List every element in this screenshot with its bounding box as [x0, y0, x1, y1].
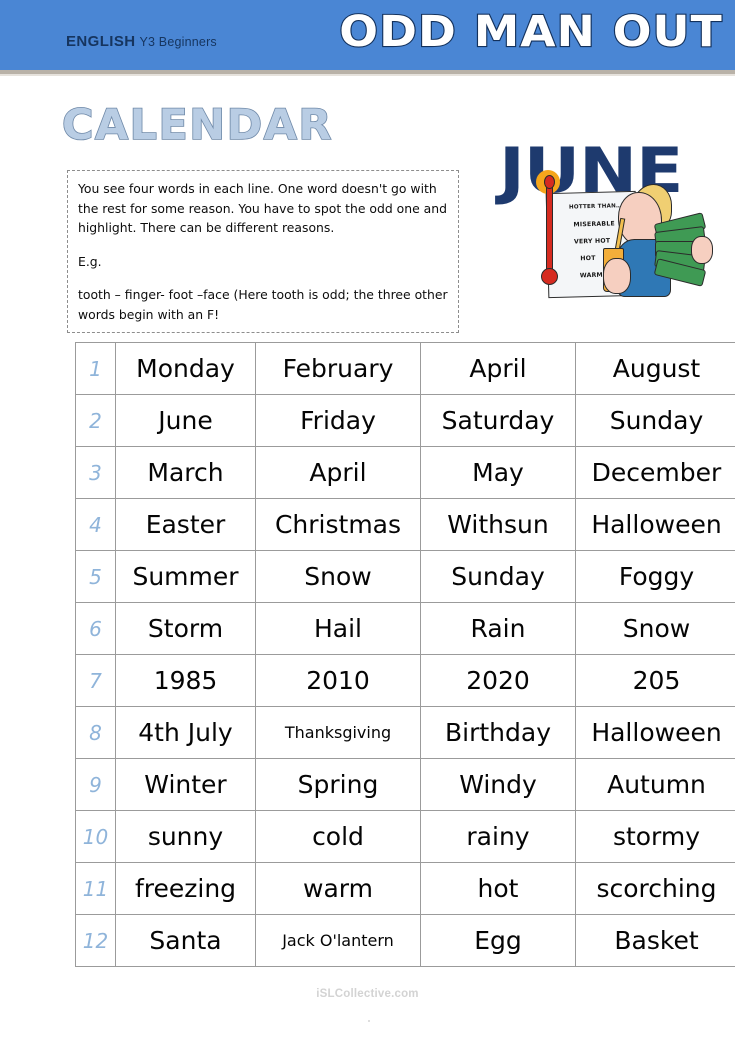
instructions-example-text: tooth – finger- foot –face (Here tooth i…	[78, 287, 448, 322]
word-cell[interactable]: Easter	[115, 498, 256, 551]
thermometer-label-2: VERY HOT	[573, 237, 611, 246]
word-cell[interactable]: April	[420, 342, 576, 395]
word-cell[interactable]: Hail	[255, 602, 421, 655]
row-number: 1	[75, 342, 116, 395]
site-watermark: iSLCollective.com	[316, 988, 419, 1000]
word-cell[interactable]: freezing	[115, 862, 256, 915]
word-cell[interactable]: May	[420, 446, 576, 499]
word-cell[interactable]: rainy	[420, 810, 576, 863]
table-row[interactable]: 2 June Friday Saturday Sunday	[75, 394, 735, 447]
word-cell[interactable]: August	[575, 342, 735, 395]
person-hand	[691, 236, 713, 264]
thermometer-icon	[536, 170, 560, 285]
instructions-box: You see four words in each line. One wor…	[67, 170, 459, 333]
thermometer-tube	[546, 180, 553, 275]
word-cell[interactable]: Summer	[115, 550, 256, 603]
word-cell[interactable]: sunny	[115, 810, 256, 863]
table-row[interactable]: 5 Summer Snow Sunday Foggy	[75, 550, 735, 603]
word-cell[interactable]: Thanksgiving	[255, 706, 421, 759]
footer-dot	[368, 1020, 370, 1022]
word-cell[interactable]: April	[255, 446, 421, 499]
word-cell[interactable]: Saturday	[420, 394, 576, 447]
thermometer-label-4: WARM	[579, 271, 603, 280]
word-cell[interactable]: Foggy	[575, 550, 735, 603]
odd-one-out-table: 1 Monday February April August 2 June Fr…	[75, 342, 735, 967]
row-number: 3	[75, 446, 116, 499]
word-cell[interactable]: Halloween	[575, 706, 735, 759]
word-cell[interactable]: Withsun	[420, 498, 576, 551]
word-cell[interactable]: Birthday	[420, 706, 576, 759]
word-cell[interactable]: Santa	[115, 914, 256, 967]
word-cell[interactable]: Monday	[115, 342, 256, 395]
instructions-paragraph-1: You see four words in each line. One wor…	[78, 181, 447, 235]
table-row[interactable]: 3 March April May December	[75, 446, 735, 499]
thermometer-bulb	[541, 268, 558, 285]
word-cell[interactable]: hot	[420, 862, 576, 915]
worksheet-title: ODD MAN OUT	[338, 6, 723, 58]
table-row[interactable]: 4 Easter Christmas Withsun Halloween	[75, 498, 735, 551]
table-row[interactable]: 11 freezing warm hot scorching	[75, 862, 735, 915]
word-cell[interactable]: Windy	[420, 758, 576, 811]
word-cell[interactable]: June	[115, 394, 256, 447]
instructions-example-label: E.g.	[78, 253, 102, 269]
word-cell[interactable]: Sunday	[420, 550, 576, 603]
word-cell[interactable]: Sunday	[575, 394, 735, 447]
word-cell[interactable]: cold	[255, 810, 421, 863]
word-cell[interactable]: Jack O'lantern	[255, 914, 421, 967]
word-cell[interactable]: December	[575, 446, 735, 499]
word-cell[interactable]: Snow	[575, 602, 735, 655]
table-row[interactable]: 1 Monday February April August	[75, 342, 735, 395]
word-cell[interactable]: Egg	[420, 914, 576, 967]
table-row[interactable]: 6 Storm Hail Rain Snow	[75, 602, 735, 655]
row-number: 6	[75, 602, 116, 655]
word-cell[interactable]: 4th July	[115, 706, 256, 759]
thermometer-label-3: HOT	[580, 254, 596, 263]
word-cell[interactable]: Autumn	[575, 758, 735, 811]
thermometer-label-0: HOTTER THAN…	[568, 203, 622, 211]
word-cell[interactable]: 2010	[255, 654, 421, 707]
word-cell[interactable]: scorching	[575, 862, 735, 915]
word-cell[interactable]: Snow	[255, 550, 421, 603]
section-title: CALENDAR	[61, 99, 333, 150]
row-number: 12	[75, 914, 116, 967]
thermometer-top	[544, 175, 555, 189]
hand-fan-icon	[653, 212, 713, 287]
row-number: 8	[75, 706, 116, 759]
table-row[interactable]: 8 4th July Thanksgiving Birthday Hallowe…	[75, 706, 735, 759]
word-cell[interactable]: Winter	[115, 758, 256, 811]
row-number: 9	[75, 758, 116, 811]
word-cell[interactable]: Halloween	[575, 498, 735, 551]
table-body: 1 Monday February April August 2 June Fr…	[75, 342, 735, 967]
word-cell[interactable]: warm	[255, 862, 421, 915]
june-clipart: JUNE HOTTER THAN… MISERABLE VERY HOT HOT…	[495, 140, 713, 325]
word-cell[interactable]: 205	[575, 654, 735, 707]
word-cell[interactable]: Storm	[115, 602, 256, 655]
word-cell[interactable]: stormy	[575, 810, 735, 863]
table-row[interactable]: 12 Santa Jack O'lantern Egg Basket	[75, 914, 735, 967]
row-number: 4	[75, 498, 116, 551]
row-number: 10	[75, 810, 116, 863]
word-cell[interactable]: Basket	[575, 914, 735, 967]
word-cell[interactable]: Christmas	[255, 498, 421, 551]
course-subject: ENGLISH	[66, 33, 136, 50]
row-number: 5	[75, 550, 116, 603]
table-row[interactable]: 9 Winter Spring Windy Autumn	[75, 758, 735, 811]
person-arm	[603, 258, 631, 294]
word-cell[interactable]: 2020	[420, 654, 576, 707]
word-cell[interactable]: February	[255, 342, 421, 395]
header-divider-light	[0, 74, 735, 76]
thermometer-label-1: MISERABLE	[573, 220, 615, 229]
word-cell[interactable]: Friday	[255, 394, 421, 447]
course-level: Y3 Beginners	[139, 35, 217, 49]
word-cell[interactable]: March	[115, 446, 256, 499]
word-cell[interactable]: 1985	[115, 654, 256, 707]
table-row[interactable]: 7 1985 2010 2020 205	[75, 654, 735, 707]
table-row[interactable]: 10 sunny cold rainy stormy	[75, 810, 735, 863]
row-number: 11	[75, 862, 116, 915]
row-number: 2	[75, 394, 116, 447]
row-number: 7	[75, 654, 116, 707]
course-label: ENGLISH Y3 Beginners	[66, 33, 217, 50]
word-cell[interactable]: Rain	[420, 602, 576, 655]
word-cell[interactable]: Spring	[255, 758, 421, 811]
